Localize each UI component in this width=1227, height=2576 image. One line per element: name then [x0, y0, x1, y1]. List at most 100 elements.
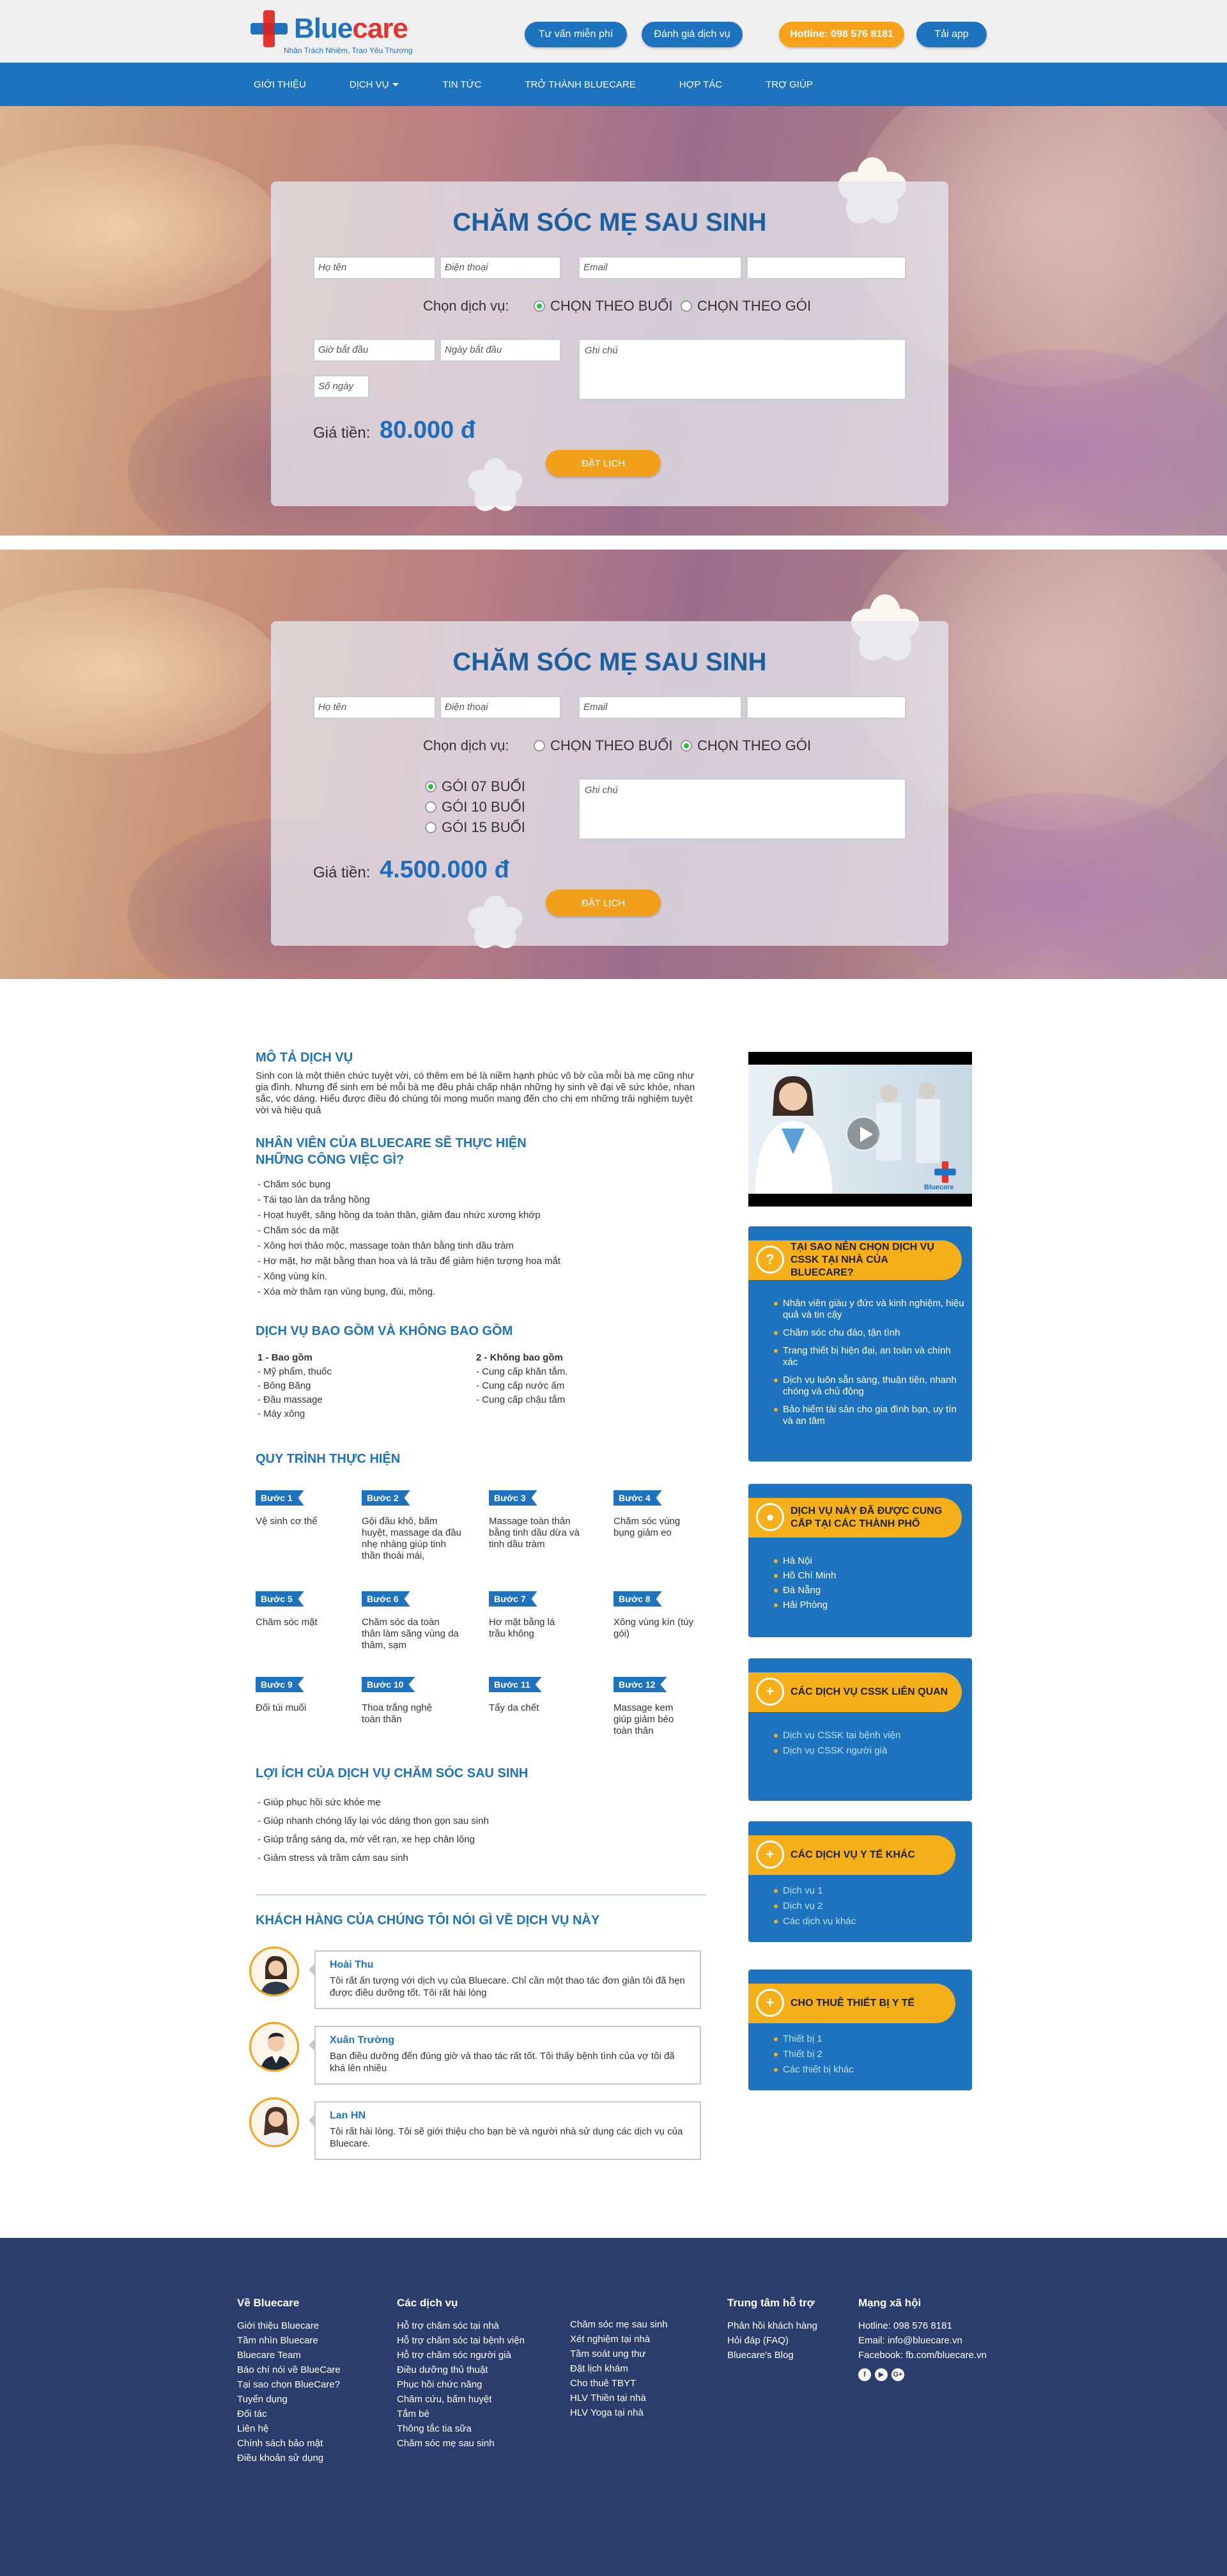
footer-link[interactable]: Tuyển dụng — [237, 2392, 341, 2407]
youtube-icon[interactable]: ▶ — [875, 2368, 888, 2381]
free-consult-button[interactable]: Tư vấn miễn phí — [525, 22, 627, 47]
equipment-link[interactable]: Thiết bị 2 — [774, 2049, 953, 2060]
price-value: 80.000 đ — [380, 417, 475, 443]
footer-link[interactable]: Xét nghiệm tại nhà — [570, 2332, 668, 2347]
footer-link[interactable]: Hỗ trợ chăm sóc người già — [397, 2348, 525, 2363]
note-textarea[interactable]: Ghi chú — [578, 778, 906, 840]
nav-item-partners[interactable]: Hợp tác — [679, 63, 722, 106]
medical-service-link[interactable]: Dịch vụ 2 — [774, 1901, 953, 1912]
footer-link[interactable]: Chính sách bảo mật — [237, 2436, 341, 2451]
footer-link[interactable]: Điều dưỡng thủ thuật — [397, 2363, 525, 2377]
footer-link[interactable]: Hỗ trợ chăm sóc tại nhà — [397, 2318, 525, 2333]
footer-link[interactable]: Báo chí nói về BlueCare — [237, 2363, 341, 2377]
radio-by-package[interactable]: CHỌN THEO GÓI — [681, 737, 811, 754]
video-player[interactable]: Bluecare — [748, 1052, 972, 1207]
facebook-link[interactable]: Facebook: fb.com/bluecare.vn — [858, 2348, 987, 2363]
radio-checked-icon — [681, 740, 692, 752]
description-heading: MÔ TẢ DỊCH VỤ — [256, 1051, 353, 1065]
radio-by-package[interactable]: CHỌN THEO GÓI — [681, 298, 811, 314]
play-icon[interactable] — [845, 1116, 881, 1152]
footer-link[interactable]: HLV Yoga tại nhà — [570, 2405, 668, 2420]
extra-input[interactable] — [746, 256, 906, 279]
radio-by-session[interactable]: CHỌN THEO BUỔI — [534, 737, 673, 754]
nav-item-about[interactable]: Giới thiệu — [254, 63, 306, 106]
footer-link[interactable]: Bluecare's Blog — [727, 2348, 817, 2363]
footer-link[interactable]: Cho thuê TBYT — [570, 2376, 668, 2391]
facebook-icon[interactable]: f — [858, 2368, 871, 2381]
equipment-link[interactable]: Các thiết bị khác — [774, 2064, 953, 2076]
cities-list: Hà Nội Hồ Chí Minh Đà Nẵng Hải Phòng — [774, 1555, 953, 1614]
radio-checked-icon — [534, 300, 545, 312]
footer-link[interactable]: Phản hồi khách hàng — [727, 2318, 817, 2333]
name-input[interactable]: Họ tên — [313, 256, 436, 279]
radio-package-07[interactable]: GÓI 07 BUỔI — [425, 778, 525, 795]
list-item: - Giảm stress và trầm cảm sau sinh — [258, 1853, 408, 1863]
review-bubble: Hoài Thu Tôi rất ấn tượng với dịch vụ củ… — [309, 1950, 701, 2009]
email-input[interactable]: Email — [578, 256, 742, 279]
list-item: Chăm sóc chu đáo, tận tình — [774, 1327, 966, 1339]
related-service-link[interactable]: Dịch vụ CSSK tại bệnh viện — [774, 1730, 953, 1741]
footer-link[interactable]: Châm cứu, bấm huyệt — [397, 2392, 525, 2407]
footer-link[interactable]: Giới thiệu Bluecare — [237, 2318, 341, 2333]
footer-link[interactable]: Liên hệ — [237, 2421, 341, 2436]
list-item: Hà Nội — [774, 1555, 953, 1567]
list-item: - Đầu massage — [258, 1394, 323, 1405]
process-step: Bước 9 Đối túi muối — [256, 1677, 364, 1714]
radio-package-15[interactable]: GÓI 15 BUỔI — [425, 819, 525, 836]
list-item: - Xông vùng kín. — [258, 1271, 328, 1282]
medical-service-link[interactable]: Dịch vụ 1 — [774, 1885, 953, 1897]
nav-item-become-bluecare[interactable]: Trở thành Bluecare — [525, 63, 635, 106]
footer-link[interactable]: Điều khoản sử dụng — [237, 2451, 341, 2465]
footer-link[interactable]: Đối tác — [237, 2407, 341, 2421]
process-step: Bước 6 Chăm sóc da toàn thân làm săng vùn… — [362, 1591, 461, 1651]
phone-input[interactable]: Điện thoại — [440, 256, 561, 279]
review-text: Bạn điều dưỡng đến đúng giờ và thao tác … — [330, 2051, 675, 2074]
start-date-input[interactable]: Ngày bắt đầu — [440, 339, 561, 362]
footer-link[interactable]: Tắm bé — [397, 2407, 525, 2421]
nav-item-services[interactable]: Dịch vụ — [350, 63, 399, 106]
bluecare-logo[interactable]: Bluecare Nhân Trách Nhiệm, Trao Yêu Thươ… — [249, 9, 413, 57]
footer-link[interactable]: Tầm nhìn Bluecare — [237, 2333, 341, 2348]
footer-link[interactable]: Bluecare Team — [237, 2348, 341, 2363]
radio-by-session[interactable]: CHỌN THEO BUỔI — [534, 298, 673, 314]
footer-link[interactable]: Đặt lịch khám — [570, 2361, 668, 2376]
footer-link[interactable]: Chăm sóc mẹ sau sinh — [397, 2436, 525, 2451]
google-plus-icon[interactable]: G+ — [891, 2368, 904, 2381]
phone-input[interactable]: Điện thoại — [440, 696, 561, 719]
list-item: - Giúp trắng sáng da, mờ vết rạn, xe hẹp… — [258, 1834, 475, 1845]
footer-link[interactable]: Tại sao chọn BlueCare? — [237, 2377, 341, 2392]
related-service-link[interactable]: Dịch vụ CSSK người già — [774, 1745, 953, 1757]
extra-input[interactable] — [746, 696, 906, 719]
start-time-input[interactable]: Giờ bắt đầu — [313, 339, 436, 362]
reviewer-name: Lan HN — [330, 2110, 366, 2121]
rate-service-button[interactable]: Đánh giá dịch vụ — [642, 22, 743, 47]
footer-link[interactable]: Phục hồi chức năng — [397, 2377, 525, 2392]
book-button[interactable]: ĐẶT LỊCH — [546, 450, 661, 477]
download-app-button[interactable]: Tải app — [916, 22, 987, 47]
review-text: Tôi rất ấn tượng với dịch vụ của Bluecar… — [330, 1975, 685, 1998]
days-input[interactable]: Số ngày — [313, 375, 369, 398]
footer-link[interactable]: Hỗ trợ chăm sóc tại bệnh viện — [397, 2333, 525, 2348]
note-textarea[interactable]: Ghi chú — [578, 339, 906, 400]
footer-link[interactable]: HLV Thiền tại nhà — [570, 2391, 668, 2405]
nav-item-help[interactable]: Trợ giúp — [766, 63, 813, 106]
footer-link[interactable]: Chăm sóc mẹ sau sinh — [570, 2317, 668, 2332]
nav-item-news[interactable]: Tin tức — [442, 63, 481, 106]
description-text: Sinh con là một thiên chức tuyệt vời, có… — [256, 1070, 695, 1116]
footer-link[interactable]: Tầm soát ung thư — [570, 2347, 668, 2361]
hotline-button[interactable]: Hotline: 098 576 8181 — [779, 22, 904, 47]
medical-service-link[interactable]: Các dịch vụ khác — [774, 1916, 953, 1927]
name-input[interactable]: Họ tên — [313, 696, 436, 719]
radio-package-10[interactable]: GÓI 10 BUỔI — [425, 799, 525, 815]
excluded-list: 2 - Không bao gồm - Cung cấp khăn tắm. -… — [476, 1351, 567, 1407]
footer-link[interactable]: Thông tắc tia sữa — [397, 2421, 525, 2436]
list-item: - Cung cấp chậu tắm — [476, 1394, 566, 1405]
email-input[interactable]: Email — [578, 696, 742, 719]
book-button[interactable]: ĐẶT LỊCH — [546, 890, 661, 916]
equipment-link[interactable]: Thiết bị 1 — [774, 2033, 953, 2045]
list-item: Dịch vụ luôn sẵn sàng, thuận tiện, nhanh… — [774, 1375, 966, 1398]
list-item: - Cung cấp khăn tắm. — [476, 1366, 568, 1377]
footer-link[interactable]: Hỏi đáp (FAQ) — [727, 2333, 817, 2348]
booking-title: CHĂM SÓC MẸ SAU SINH — [452, 648, 767, 676]
top-bar: Bluecare Nhân Trách Nhiệm, Trao Yêu Thươ… — [0, 0, 1227, 63]
